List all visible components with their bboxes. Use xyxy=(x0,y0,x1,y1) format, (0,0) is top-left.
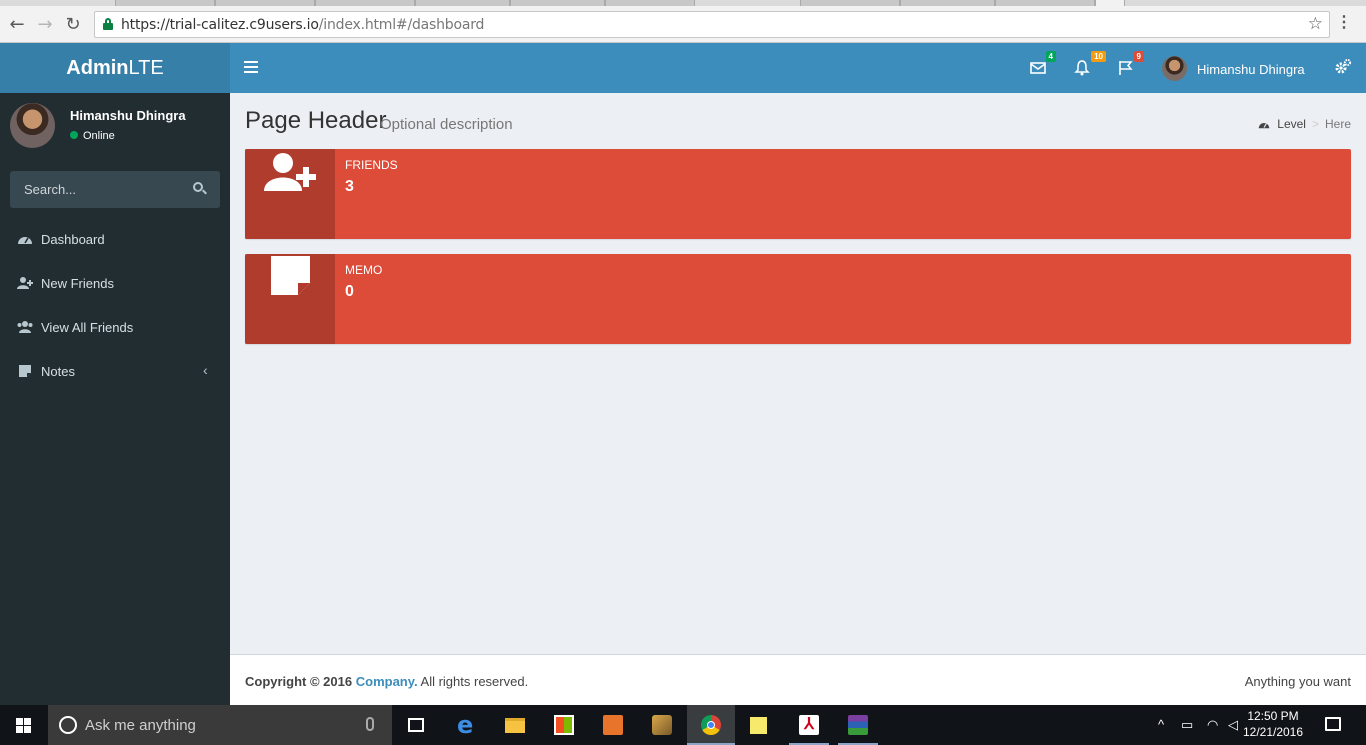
sidebar-user-name: Himanshu Dhingra xyxy=(70,108,186,123)
battery-icon[interactable]: ▭ xyxy=(1181,717,1193,733)
info-box-number: 3 xyxy=(345,178,354,195)
header-user-name: Himanshu Dhingra xyxy=(1197,62,1305,77)
envelope-icon xyxy=(1030,62,1046,74)
tasks-menu[interactable]: 9 xyxy=(1116,51,1144,79)
copyright-text: Copyright © 2016 Company. All rights res… xyxy=(245,674,529,689)
page-description: Optional description xyxy=(380,116,513,133)
logo[interactable]: AdminLTE xyxy=(0,43,230,93)
page-title: Page Header xyxy=(245,107,387,134)
dashboard-icon xyxy=(18,237,32,244)
info-box-icon-area xyxy=(245,149,335,239)
info-box-label: Memo xyxy=(345,263,383,277)
search-input[interactable]: Search... xyxy=(10,171,220,208)
browser-toolbar: ← → ↻ https://trial-calitez.c9users.io/i… xyxy=(0,6,1366,43)
info-box-friends: Friends 3 xyxy=(245,149,1351,239)
company-link[interactable]: Company. xyxy=(356,674,418,689)
notifications-badge: 10 xyxy=(1091,51,1106,62)
windows-icon xyxy=(16,718,32,733)
info-box-number: 0 xyxy=(345,283,354,300)
breadcrumb-here: Here xyxy=(1324,117,1351,131)
online-status: Online xyxy=(70,130,115,142)
tasks-badge: 9 xyxy=(1133,51,1144,62)
chrome-app[interactable] xyxy=(687,705,735,745)
lock-icon xyxy=(103,18,113,30)
sticky-note-icon xyxy=(271,256,310,295)
main-header: AdminLTE 4 10 9 Himanshu Dhingra xyxy=(0,43,1366,93)
info-box-memo: Memo 0 xyxy=(245,254,1351,344)
system-clock[interactable]: 12:50 PM 12/21/2016 xyxy=(1242,708,1304,740)
status-dot-icon xyxy=(70,131,78,139)
user-plus-icon xyxy=(264,153,316,191)
info-box-label: Friends xyxy=(345,158,398,172)
url-text[interactable]: https://trial-calitez.c9users.io/index.h… xyxy=(121,17,484,33)
sticky-note-icon xyxy=(19,365,31,377)
main-footer: Copyright © 2016 Company. All rights res… xyxy=(230,654,1366,705)
media-icon xyxy=(652,715,672,735)
volume-icon[interactable]: ◁ xyxy=(1228,717,1238,733)
microphone-icon[interactable] xyxy=(366,717,374,731)
user-plus-icon xyxy=(17,277,33,289)
notifications-menu[interactable]: 10 xyxy=(1072,51,1106,79)
pdf-icon: ⅄ xyxy=(799,715,819,735)
footer-right-text: Anything you want xyxy=(1244,674,1351,689)
sticky-notes-app[interactable] xyxy=(736,705,784,745)
sidebar-item-view-all-friends[interactable]: View All Friends xyxy=(0,306,230,350)
search-icon[interactable] xyxy=(193,182,207,195)
archive-icon xyxy=(848,715,868,735)
flag-icon xyxy=(1119,61,1133,75)
office-app[interactable] xyxy=(589,705,637,745)
info-box-icon-area xyxy=(245,254,335,344)
messages-badge: 4 xyxy=(1045,51,1056,62)
messages-menu[interactable]: 4 xyxy=(1028,51,1056,79)
address-bar[interactable]: https://trial-calitez.c9users.io/index.h… xyxy=(94,11,1330,38)
avatar xyxy=(10,103,55,148)
folder-icon xyxy=(505,718,525,733)
user-panel: Himanshu Dhingra Online xyxy=(10,103,220,153)
sidebar-item-dashboard[interactable]: Dashboard xyxy=(0,218,230,262)
bookmark-star-icon[interactable]: ☆ xyxy=(1308,14,1323,34)
gears-icon[interactable] xyxy=(1334,58,1352,76)
chevron-up-icon[interactable]: ^ xyxy=(1158,717,1164,732)
sidebar-item-new-friends[interactable]: New Friends xyxy=(0,262,230,306)
cortana-icon xyxy=(59,716,77,734)
edge-app[interactable]: e xyxy=(443,705,491,745)
chevron-left-icon[interactable]: ‹ xyxy=(203,362,208,378)
media-app[interactable] xyxy=(638,705,686,745)
chrome-icon xyxy=(701,715,721,735)
sidebar: Himanshu Dhingra Online Search... Dashbo… xyxy=(0,93,230,705)
browser-menu-icon[interactable]: ⋮ xyxy=(1336,15,1352,31)
store-app[interactable] xyxy=(540,705,588,745)
office-icon xyxy=(603,715,623,735)
content-wrapper: Page Header Optional description Level > H… xyxy=(230,93,1366,654)
forward-arrow-icon[interactable]: → xyxy=(34,14,56,36)
breadcrumb-level[interactable]: Level xyxy=(1277,117,1306,131)
avatar xyxy=(1162,56,1187,81)
task-view-icon xyxy=(408,718,424,732)
winrar-app[interactable] xyxy=(834,705,882,745)
sidebar-item-notes[interactable]: Notes ‹ xyxy=(0,350,230,394)
sticky-note-icon xyxy=(750,717,767,734)
acrobat-app[interactable]: ⅄ xyxy=(785,705,833,745)
store-icon xyxy=(554,715,574,735)
taskbar-search-input[interactable]: Ask me anything xyxy=(48,705,392,745)
wifi-icon[interactable]: ◠ xyxy=(1207,717,1218,733)
breadcrumb: Level > Here xyxy=(1258,117,1351,131)
taskbar: Ask me anything e ⅄ ^ ▭ ◠ ◁ 12:50 PM 12/… xyxy=(0,705,1366,745)
back-arrow-icon[interactable]: ← xyxy=(6,14,28,36)
start-button[interactable] xyxy=(0,705,48,745)
reload-icon[interactable]: ↻ xyxy=(62,14,84,36)
task-view-button[interactable] xyxy=(392,705,440,745)
dashboard-icon xyxy=(1258,118,1270,129)
sidebar-toggle-icon[interactable] xyxy=(244,61,258,73)
edge-icon: e xyxy=(457,711,474,739)
users-icon xyxy=(17,321,33,333)
notification-center-icon[interactable] xyxy=(1325,717,1341,731)
bell-icon xyxy=(1074,60,1090,76)
file-explorer-app[interactable] xyxy=(491,705,539,745)
